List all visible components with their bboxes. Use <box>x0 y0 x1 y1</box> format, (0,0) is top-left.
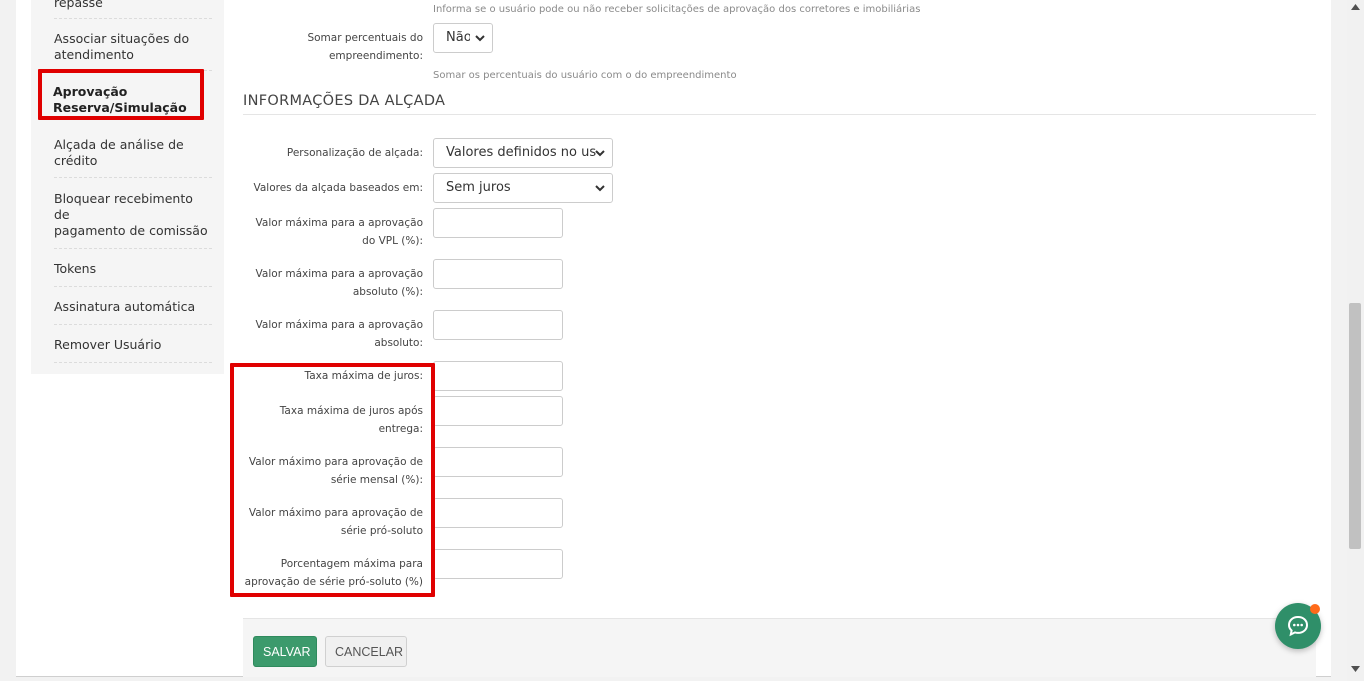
sidebar-item-assinatura[interactable]: Assinatura automática <box>54 299 212 325</box>
scroll-down-icon[interactable] <box>1351 666 1360 672</box>
somar-percentuais-label: Somar percentuais do empreendimento: <box>307 32 423 62</box>
sidebar-item-bloquear-recebimento[interactable]: Bloquear recebimento de pagamento de com… <box>54 191 212 249</box>
absoluto-pct-input[interactable] <box>433 259 563 289</box>
porcentagem-pro-soluto-label: Porcentagem máxima para aprovação de sér… <box>244 558 423 588</box>
chevron-down-icon <box>595 185 605 192</box>
taxa-apos-entrega-label: Taxa máxima de juros após entrega: <box>279 405 423 435</box>
somar-percentuais-select[interactable]: Não <box>433 23 493 53</box>
section-title: INFORMAÇÕES DA ALÇADA <box>243 93 1316 115</box>
baseados-select[interactable]: Sem juros <box>433 173 613 203</box>
scrollbar-thumb[interactable] <box>1349 303 1361 549</box>
sidebar-item-associar-situacoes[interactable]: Associar situações do atendimento <box>54 31 212 71</box>
sidebar-item-aprovacao-reserva[interactable]: Aprovação Reserva/Simulação <box>53 84 198 118</box>
sidebar-item-label: Tokens <box>54 261 97 276</box>
sidebar-item-label: Alçada de análise de crédito <box>54 137 184 168</box>
taxa-juros-label: Taxa máxima de juros: <box>304 370 423 382</box>
taxa-apos-entrega-input[interactable] <box>433 396 563 426</box>
chat-bubble-icon <box>1287 615 1309 637</box>
taxa-juros-input[interactable] <box>433 361 563 391</box>
sidebar-item-repasse[interactable]: repasse <box>54 0 212 19</box>
chevron-down-icon <box>475 35 485 42</box>
porcentagem-pro-soluto-input[interactable] <box>433 549 563 579</box>
baseados-label: Valores da alçada baseados em: <box>253 182 423 194</box>
absoluto-label: Valor máxima para a aprovação absoluto: <box>255 319 423 349</box>
sidebar-item-label: Associar situações do atendimento <box>54 31 190 62</box>
serie-mensal-input[interactable] <box>433 447 563 477</box>
vpl-label: Valor máxima para a aprovação do VPL (%)… <box>255 217 423 247</box>
personalizacao-select-value: Valores definidos no us <box>446 145 597 160</box>
scroll-up-icon[interactable] <box>1351 4 1360 10</box>
sidebar-item-remover-usuario[interactable]: Remover Usuário <box>54 337 212 363</box>
serie-pro-soluto-input[interactable] <box>433 498 563 528</box>
personalizacao-select[interactable]: Valores definidos no us <box>433 138 613 168</box>
baseados-select-value: Sem juros <box>446 180 511 195</box>
cancel-button[interactable]: CANCELAR <box>325 636 407 667</box>
personalizacao-label: Personalização de alçada: <box>286 147 423 159</box>
notification-dot <box>1310 604 1320 614</box>
approval-help-text: Informa se o usuário pode ou não receber… <box>433 4 921 15</box>
absoluto-pct-label: Valor máxima para a aprovação absoluto (… <box>255 268 423 298</box>
sidebar-item-tokens[interactable]: Tokens <box>54 261 212 287</box>
sidebar-item-label: Remover Usuário <box>54 337 162 352</box>
vpl-input[interactable] <box>433 208 563 238</box>
sidebar-item-label: Bloquear recebimento de pagamento de com… <box>54 191 208 238</box>
absoluto-input[interactable] <box>433 310 563 340</box>
serie-pro-soluto-label: Valor máximo para aprovação de série pró… <box>248 507 423 537</box>
sidebar-item-label: repasse <box>54 0 103 10</box>
save-button[interactable]: SALVAR <box>253 636 317 667</box>
somar-help-text: Somar os percentuais do usuário com o do… <box>433 70 737 81</box>
sidebar-item-alcada-analise[interactable]: Alçada de análise de crédito <box>54 137 212 178</box>
sidebar-item-label: Aprovação Reserva/Simulação <box>53 84 187 115</box>
serie-mensal-label: Valor máximo para aprovação de série men… <box>248 456 423 486</box>
sidebar-item-label: Assinatura automática <box>54 299 196 314</box>
somar-select-value: Não <box>446 30 470 45</box>
chevron-down-icon <box>595 150 605 157</box>
